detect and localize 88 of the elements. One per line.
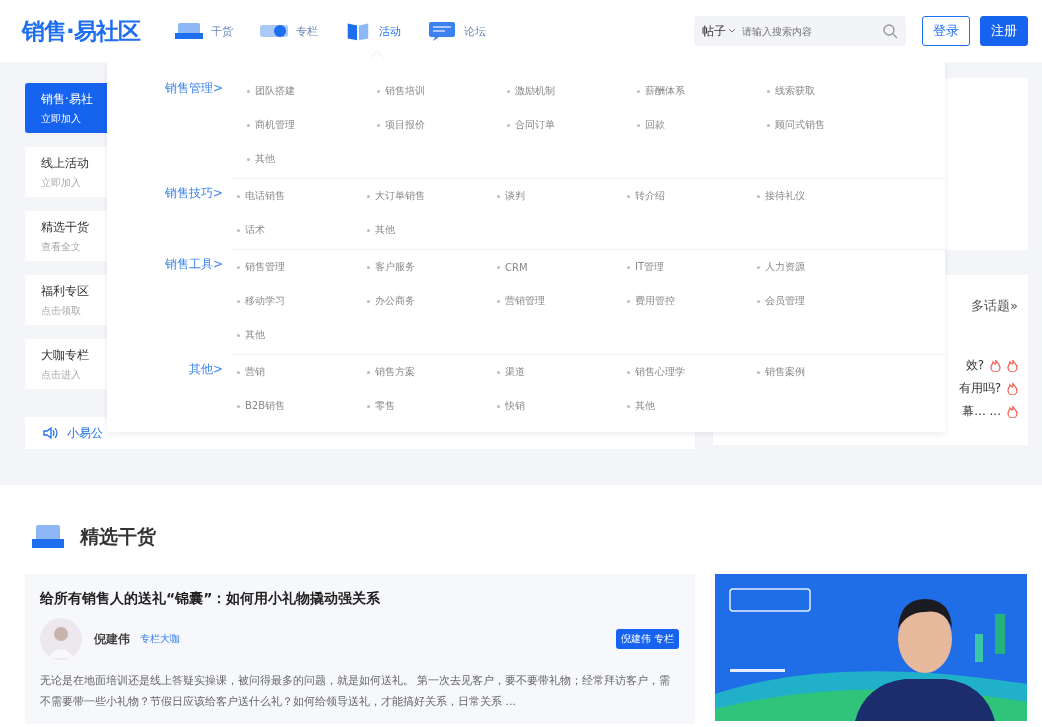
menu-category[interactable]: 销售管理> [107,74,223,176]
menu-item[interactable]: 销售案例 [757,355,887,389]
topic-title[interactable]: 幕... ... [962,403,1001,420]
more-topics-link[interactable]: 多话题» [971,297,1018,315]
menu-item[interactable]: 顾问式销售 [767,108,897,142]
card-title: 福利专区 [41,282,90,300]
menu-item[interactable]: 移动学习 [237,284,367,318]
flame-icon [990,359,1001,372]
menu-item[interactable]: 大订单销售 [367,179,497,213]
menu-item[interactable]: 费用管控 [627,284,757,318]
menu-item[interactable]: CRM [497,250,627,284]
flame-icon [1007,382,1018,395]
menu-item[interactable]: IT管理 [627,250,757,284]
column-badge[interactable]: 倪建伟 专栏 [615,629,679,649]
menu-item[interactable]: 电话销售 [237,179,367,213]
menu-item[interactable]: 客户服务 [367,250,497,284]
topic-title[interactable]: 有用吗? [958,380,1001,397]
sidebar-card[interactable]: 福利专区 点击领取 [25,275,107,325]
card-subtitle: 立即加入 [41,111,82,126]
menu-item[interactable]: 项目报价 [377,108,507,142]
flame-icon [1007,405,1018,418]
register-button[interactable]: 注册 [980,16,1028,46]
menu-item[interactable]: 回款 [637,108,767,142]
sidebar-card[interactable]: 精选干货 查看全文 [25,211,107,261]
avatar [40,618,82,660]
menu-item[interactable]: 营销管理 [497,284,627,318]
menu-item[interactable]: 谈判 [497,179,627,213]
tray-icon [173,21,204,41]
menu-item[interactable]: 合同订单 [507,108,637,142]
sidebar-card[interactable]: 大咖专栏 点击进入 [25,339,107,389]
menu-item[interactable]: 接待礼仪 [757,179,887,213]
scope-dropdown[interactable]: 帖子 [702,22,736,40]
card-title: 精选干货 [41,218,90,236]
topic-title[interactable]: 效? [965,357,984,374]
menu-item[interactable]: 团队搭建 [247,74,377,108]
menu-item[interactable]: 快销 [497,389,627,423]
menu-item[interactable]: 薪酬体系 [637,74,767,108]
menu-item[interactable]: 其他 [367,213,497,247]
menu-item[interactable]: 渠道 [497,355,627,389]
menu-item[interactable]: 销售方案 [367,355,497,389]
menu-item[interactable]: 人力资源 [757,250,887,284]
article-title[interactable]: 给所有销售人的送礼“锦囊”：如何用小礼物撬动强关系 [40,590,679,608]
menu-item[interactable]: 激励机制 [507,74,637,108]
menu-item[interactable]: B2B销售 [237,389,367,423]
card-subtitle: 查看全文 [41,239,82,254]
article-card[interactable]: 给所有销售人的送礼“锦囊”：如何用小礼物撬动强关系 倪建伟 专栏大咖 倪建伟 专栏 无论是在地面培训还是线上答疑实操课，被问得最多的问题，就是如何送礼。 第一次去见客户，要不要带礼物；经常拜访客户，需不需要带一些小礼物？节假日应该给客户送什么礼？如何给领导送礼，才能搞好关系，日常关系 ... [25,574,695,724]
menu-item[interactable]: 零售 [367,389,497,423]
card-title: 线上活动 [41,154,90,172]
speaker-icon [43,426,59,440]
article-excerpt: 无论是在地面培训还是线上答疑实操课，被问得最多的问题，就是如何送礼。 第一次去见客户，要不要带礼物；经常拜访客户，需不需要带一些小礼物？节假日应该给客户送什么礼？如何给领导送礼，才能搞好关系，日常关系 ... [40,673,672,710]
author-name[interactable]: 倪建伟 [94,630,130,648]
card-title: 大咖专栏 [41,346,90,364]
menu-item[interactable]: 其他 [247,142,377,176]
menu-item[interactable]: 转介绍 [627,179,757,213]
menu-item[interactable]: 话术 [237,213,367,247]
menu-item[interactable]: 其他 [237,318,367,352]
menu-category[interactable]: 其他> [107,355,223,423]
notice-label: 小易公 [67,424,103,442]
search-field[interactable]: 帖子 请输入搜索内容 [694,16,906,46]
menu-item[interactable]: 商机管理 [247,108,377,142]
author-role: 专栏大咖 [140,632,180,646]
search-icon[interactable] [882,23,898,39]
menu-category[interactable]: 销售技巧> [107,179,223,247]
nav-tab[interactable]: 干货 [173,20,233,42]
chevron-down-icon [728,28,736,34]
tray-icon [30,523,66,551]
card-subtitle: 点击领取 [41,303,82,318]
card-subtitle: 点击进入 [41,367,82,382]
menu-item[interactable]: 会员管理 [757,284,887,318]
menu-item[interactable]: 销售管理 [237,250,367,284]
menu-item[interactable]: 营销 [237,355,367,389]
flame-icon [1007,359,1018,372]
menu-category[interactable]: 销售工具> [107,250,223,352]
chat-icon [426,20,457,42]
nav-tab[interactable]: 论坛 [426,20,486,42]
menu-item[interactable]: 销售培训 [377,74,507,108]
menu-item[interactable]: 办公商务 [367,284,497,318]
card-subtitle: 立即加入 [41,175,82,190]
menu-item[interactable]: 线索获取 [767,74,897,108]
menu-item[interactable]: 销售心理学 [627,355,757,389]
section-title: 精选干货 [80,524,156,549]
sidebar-card[interactable]: 线上活动 立即加入 [25,147,107,197]
login-button[interactable]: 登录 [922,16,970,46]
sidebar-card[interactable]: 销售·易社 立即加入 [25,83,107,133]
menu-item[interactable]: 其他 [627,389,757,423]
card-title: 销售·易社 [41,90,94,108]
nav-tab[interactable]: 专栏 [258,20,318,42]
site-logo[interactable]: 销售·易社区 [22,15,140,47]
